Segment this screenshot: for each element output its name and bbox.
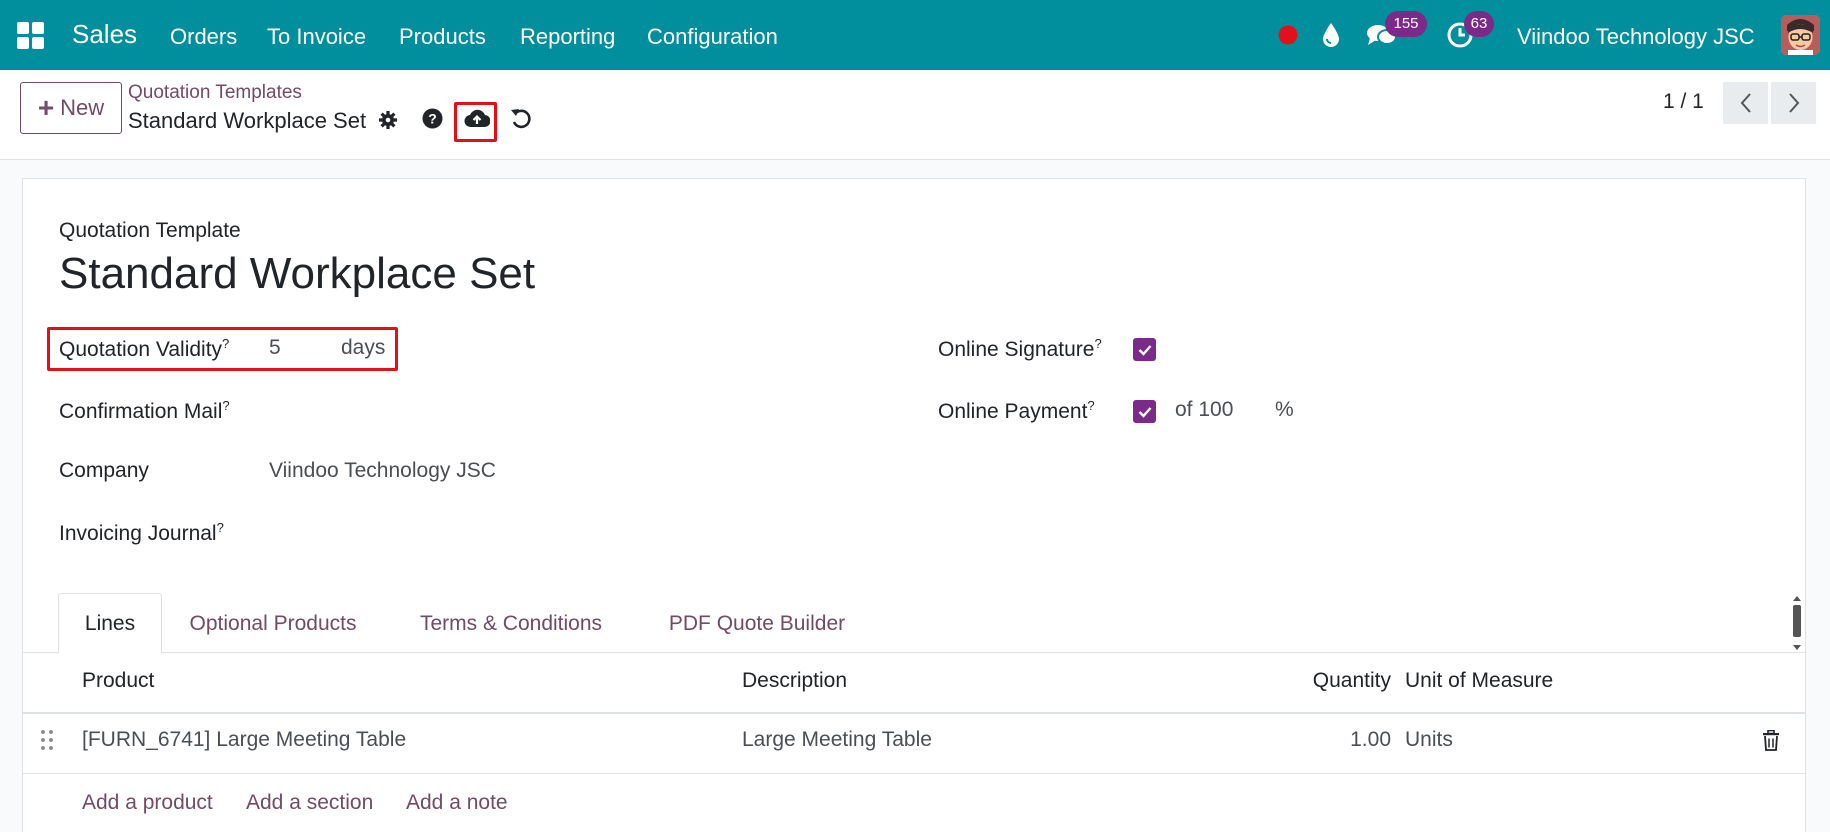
checkmark-icon xyxy=(1138,344,1151,356)
menu-products[interactable]: Products xyxy=(399,24,486,50)
quotation-validity-input[interactable]: 5 xyxy=(269,336,281,360)
column-header-description[interactable]: Description xyxy=(742,669,847,693)
droplet-icon[interactable] xyxy=(1321,22,1341,53)
avatar[interactable] xyxy=(1781,15,1820,55)
line-quantity[interactable]: 1.00 xyxy=(1023,728,1391,752)
confirmation-mail-label: Confirmation Mail? xyxy=(59,398,230,423)
gear-icon[interactable] xyxy=(378,110,398,135)
notebook-tabs: Lines Optional Products Terms & Conditio… xyxy=(23,593,1805,654)
apps-grid-icon[interactable] xyxy=(17,22,44,49)
help-tooltip-icon[interactable]: ? xyxy=(222,398,229,413)
confirmation-mail-input[interactable] xyxy=(269,393,669,425)
company-label: Company xyxy=(59,459,149,482)
activities-badge: 63 xyxy=(1464,11,1494,37)
menu-orders[interactable]: Orders xyxy=(170,24,237,50)
add-section-link[interactable]: Add a section xyxy=(246,791,373,815)
template-name-field[interactable]: Standard Workplace Set xyxy=(59,249,535,299)
help-tooltip-icon[interactable]: ? xyxy=(217,520,224,535)
menu-to-invoice[interactable]: To Invoice xyxy=(267,24,366,50)
menu-configuration[interactable]: Configuration xyxy=(647,24,778,50)
online-payment-checkbox[interactable] xyxy=(1133,400,1156,423)
help-icon[interactable]: ? xyxy=(422,108,443,134)
chevron-left-icon xyxy=(1740,93,1751,113)
control-panel: + New Quotation Templates Standard Workp… xyxy=(0,70,1830,160)
messages-badge: 155 xyxy=(1385,11,1427,37)
header-divider xyxy=(23,712,1805,714)
menu-reporting[interactable]: Reporting xyxy=(520,24,615,50)
pager-previous-button[interactable] xyxy=(1723,82,1768,124)
tab-lines[interactable]: Lines xyxy=(58,593,162,654)
breadcrumb-current-record: Standard Workplace Set xyxy=(128,108,367,133)
quotation-validity-label: Quotation Validity? xyxy=(59,336,230,361)
invoicing-journal-input[interactable] xyxy=(269,515,669,547)
help-tooltip-icon[interactable]: ? xyxy=(1094,336,1101,351)
checkmark-icon xyxy=(1138,406,1151,418)
svg-text:?: ? xyxy=(428,111,437,127)
help-tooltip-icon[interactable]: ? xyxy=(222,336,229,351)
top-navbar: Sales Orders To Invoice Products Reporti… xyxy=(0,0,1830,70)
line-product[interactable]: [FURN_6741] Large Meeting Table xyxy=(82,728,406,752)
save-cloud-icon[interactable] xyxy=(464,108,491,133)
pager-value[interactable]: 1 / 1 xyxy=(1663,90,1704,114)
form-subtitle: Quotation Template xyxy=(59,219,241,242)
add-note-link[interactable]: Add a note xyxy=(406,791,508,815)
row-divider xyxy=(23,773,1805,774)
add-product-link[interactable]: Add a product xyxy=(82,791,213,815)
tab-optional-products[interactable]: Optional Products xyxy=(183,593,363,654)
pager-next-button[interactable] xyxy=(1771,82,1816,124)
tab-pdf-quote-builder[interactable]: PDF Quote Builder xyxy=(657,593,857,654)
status-dot-icon[interactable] xyxy=(1278,25,1298,50)
app-name[interactable]: Sales xyxy=(72,19,137,50)
chevron-right-icon xyxy=(1788,93,1799,113)
discard-undo-icon[interactable] xyxy=(510,108,532,135)
online-signature-label: Online Signature? xyxy=(938,336,1102,361)
plus-icon: + xyxy=(37,92,55,123)
invoicing-journal-label: Invoicing Journal? xyxy=(59,520,224,545)
tab-terms-conditions[interactable]: Terms & Conditions xyxy=(411,593,611,654)
prepayment-percent-unit: % xyxy=(1275,398,1294,421)
new-button-label: New xyxy=(60,95,105,120)
scrollbar[interactable] xyxy=(1791,595,1803,651)
column-header-uom[interactable]: Unit of Measure xyxy=(1405,669,1553,693)
form-sheet: Quotation Template Standard Workplace Se… xyxy=(22,178,1806,832)
line-uom[interactable]: Units xyxy=(1405,728,1453,752)
company-switcher[interactable]: Viindoo Technology JSC xyxy=(1517,24,1755,50)
help-tooltip-icon[interactable]: ? xyxy=(1087,398,1094,413)
column-header-product[interactable]: Product xyxy=(82,669,154,693)
line-description[interactable]: Large Meeting Table xyxy=(742,728,932,752)
online-signature-checkbox[interactable] xyxy=(1133,338,1156,361)
new-button[interactable]: + New xyxy=(20,82,122,134)
column-header-quantity[interactable]: Quantity xyxy=(1023,669,1391,693)
company-input[interactable]: Viindoo Technology JSC xyxy=(269,459,496,483)
drag-handle-icon[interactable] xyxy=(40,729,54,757)
trash-icon[interactable] xyxy=(1762,729,1780,757)
online-payment-label: Online Payment? xyxy=(938,398,1095,423)
quotation-validity-unit: days xyxy=(341,336,386,359)
breadcrumb[interactable]: Quotation Templates xyxy=(128,82,302,104)
prepayment-percent-input[interactable]: of 100 xyxy=(1175,398,1233,422)
